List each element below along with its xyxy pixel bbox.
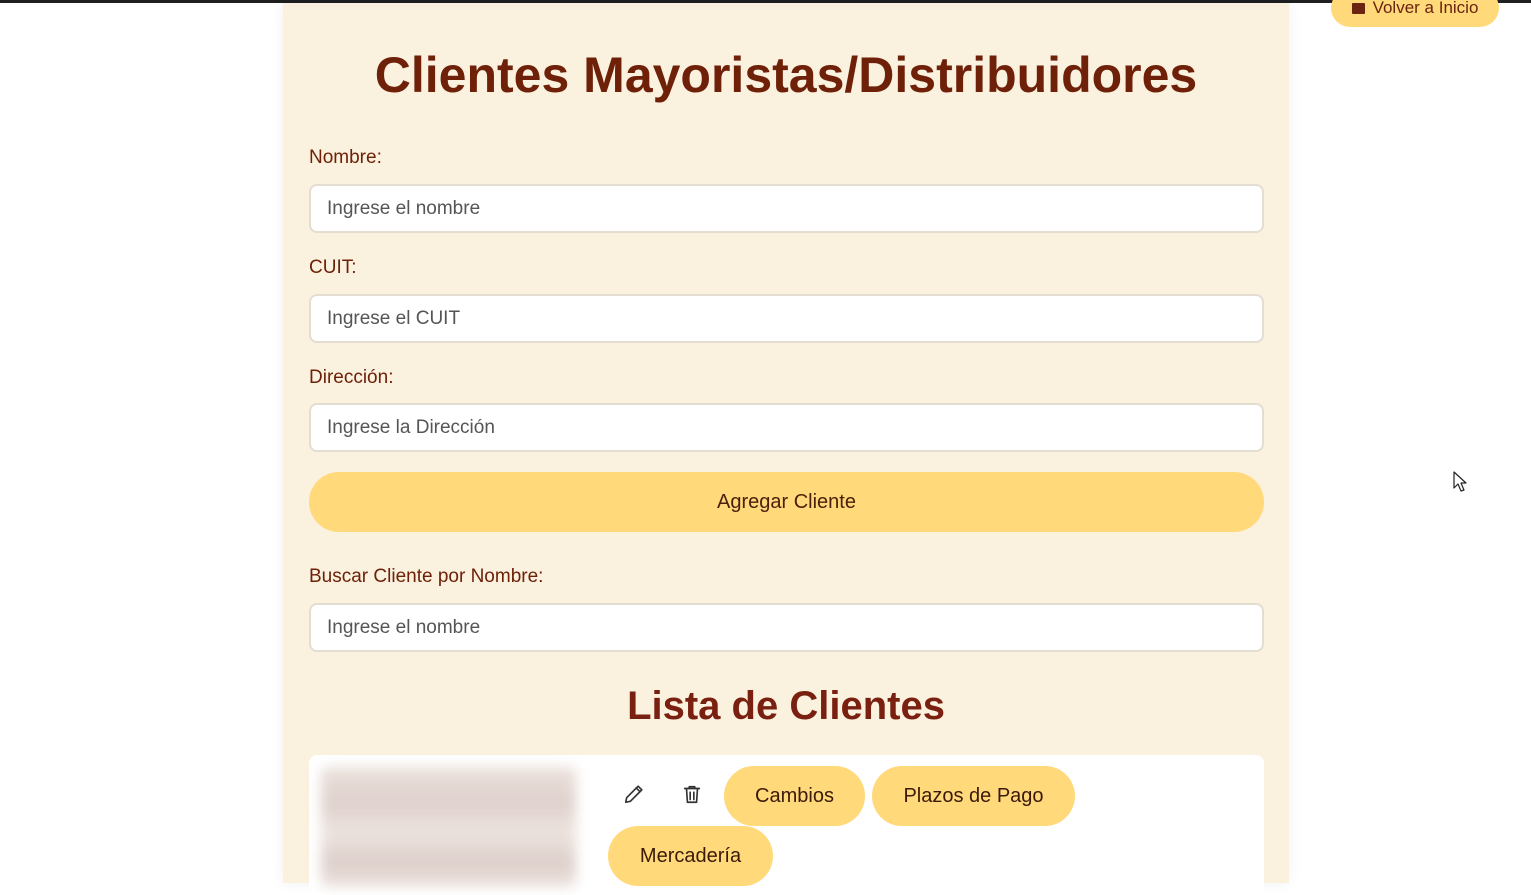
mouse-cursor-icon <box>1453 471 1467 492</box>
search-label: Buscar Cliente por Nombre: <box>309 566 544 587</box>
changes-button[interactable]: Cambios <box>724 766 865 826</box>
edit-client-button[interactable] <box>619 779 649 809</box>
home-icon <box>1351 2 1365 14</box>
pencil-icon <box>624 785 643 804</box>
client-details-redacted <box>321 767 576 887</box>
client-list-title: Lista de Clientes <box>627 684 945 728</box>
trash-icon <box>683 785 701 804</box>
delete-client-button[interactable] <box>677 779 707 809</box>
back-button-label: Volver a Inicio <box>1372 0 1479 17</box>
name-input[interactable] <box>309 184 1264 233</box>
add-client-button[interactable]: Agregar Cliente <box>309 472 1264 532</box>
page-title: Clientes Mayoristas/Distribuidores <box>374 47 1198 103</box>
merchandise-button[interactable]: Mercadería <box>608 826 773 886</box>
address-input[interactable] <box>309 403 1264 452</box>
name-label: Nombre: <box>309 147 382 168</box>
cuit-label: CUIT: <box>309 257 357 278</box>
payment-terms-button[interactable]: Plazos de Pago <box>872 766 1075 826</box>
search-input[interactable] <box>309 603 1264 652</box>
client-list-item: Cambios Plazos de Pago Mercadería <box>309 755 1264 895</box>
back-to-home-button[interactable]: Volver a Inicio <box>1331 0 1499 27</box>
cuit-input[interactable] <box>309 294 1264 343</box>
address-label: Dirección: <box>309 367 394 388</box>
